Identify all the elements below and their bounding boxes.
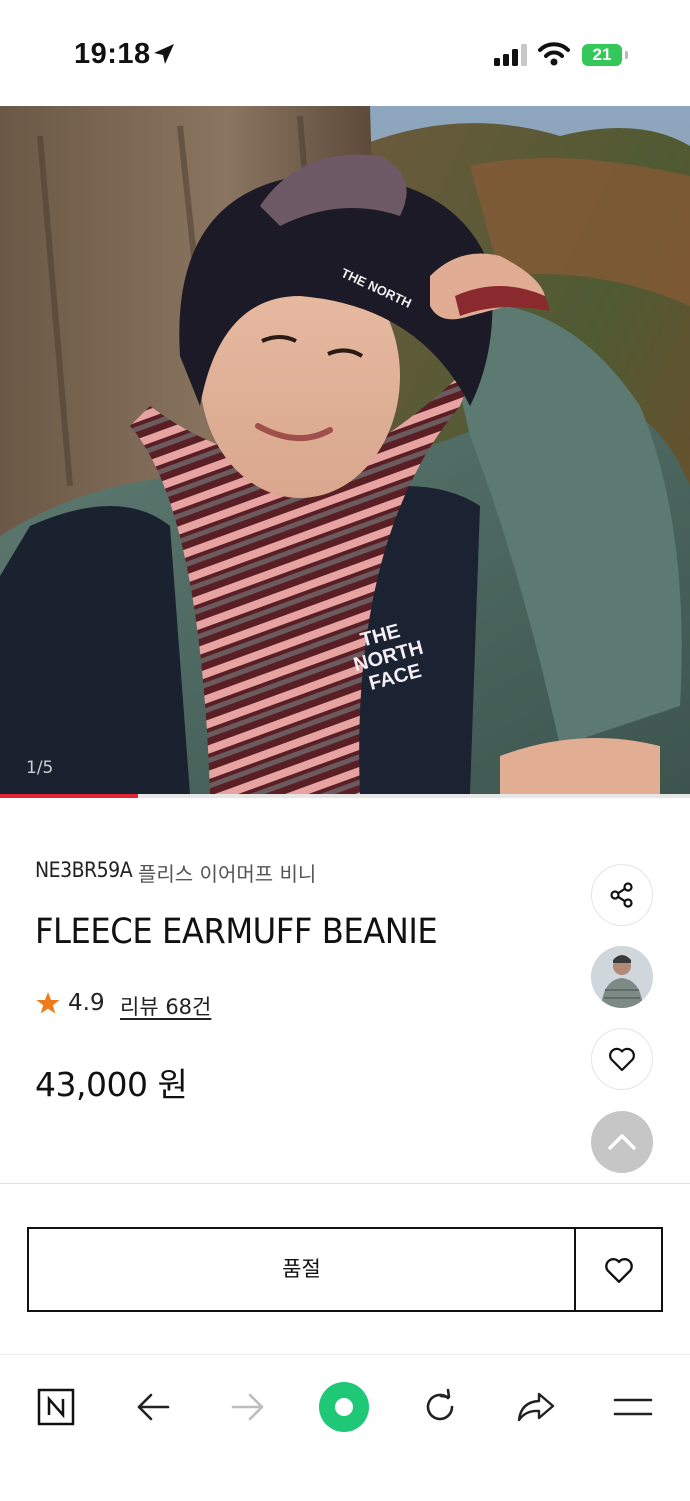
rating-value: 4.9: [68, 990, 105, 1016]
naver-n-icon: [37, 1388, 75, 1426]
wifi-icon: [538, 42, 570, 66]
menu-button[interactable]: [603, 1377, 663, 1437]
avatar-icon: [591, 946, 653, 1008]
heart-icon: [604, 1257, 633, 1283]
status-bar: 19:18 21: [0, 0, 690, 106]
like-button[interactable]: [591, 1028, 653, 1090]
green-dot-icon: [319, 1382, 369, 1432]
reviews-link[interactable]: 리뷰 68건: [120, 991, 211, 1021]
share-button[interactable]: [591, 864, 653, 926]
product-code: NE3BR59A: [35, 858, 133, 882]
green-dot-button[interactable]: [314, 1377, 374, 1437]
product-photo-illustration: THE NORTH THE NORTH FACE: [0, 106, 690, 794]
browser-toolbar: [0, 1354, 690, 1501]
heart-icon: [609, 1047, 635, 1072]
star-icon: [36, 992, 60, 1014]
refresh-button[interactable]: [410, 1377, 470, 1437]
refresh-icon: [426, 1388, 454, 1421]
cellular-signal-icon: [494, 44, 527, 66]
product-price: 43,000 원: [35, 1065, 188, 1104]
share-arrow-icon: [517, 1392, 555, 1422]
soldout-button[interactable]: 품절: [27, 1227, 576, 1312]
image-progress-fill: [0, 794, 138, 798]
product-korean-name: 플리스 이어머프 비니: [138, 862, 317, 886]
wishlist-button[interactable]: [574, 1227, 663, 1312]
back-arrow-icon: [137, 1393, 170, 1421]
share-icon: [610, 882, 633, 908]
location-arrow-icon: [154, 44, 174, 64]
battery-nub: [625, 51, 628, 59]
menu-icon: [613, 1398, 653, 1416]
image-counter: 1/5: [26, 758, 54, 778]
forward-button[interactable]: [218, 1377, 278, 1437]
product-title: FLEECE EARMUFF BEANIE: [35, 912, 438, 952]
scroll-top-button[interactable]: [591, 1111, 653, 1173]
naver-home-button[interactable]: [26, 1377, 86, 1437]
forward-arrow-icon: [231, 1393, 264, 1421]
section-divider: [0, 1183, 690, 1184]
model-avatar-button[interactable]: [591, 946, 653, 1008]
product-image[interactable]: THE NORTH THE NORTH FACE: [0, 106, 690, 794]
chevron-up-icon: [608, 1134, 636, 1150]
status-time: 19:18: [74, 38, 151, 70]
image-progress-bar: [0, 794, 690, 798]
share-page-button[interactable]: [506, 1377, 566, 1437]
back-button[interactable]: [123, 1377, 183, 1437]
battery-level: 21: [582, 44, 622, 66]
